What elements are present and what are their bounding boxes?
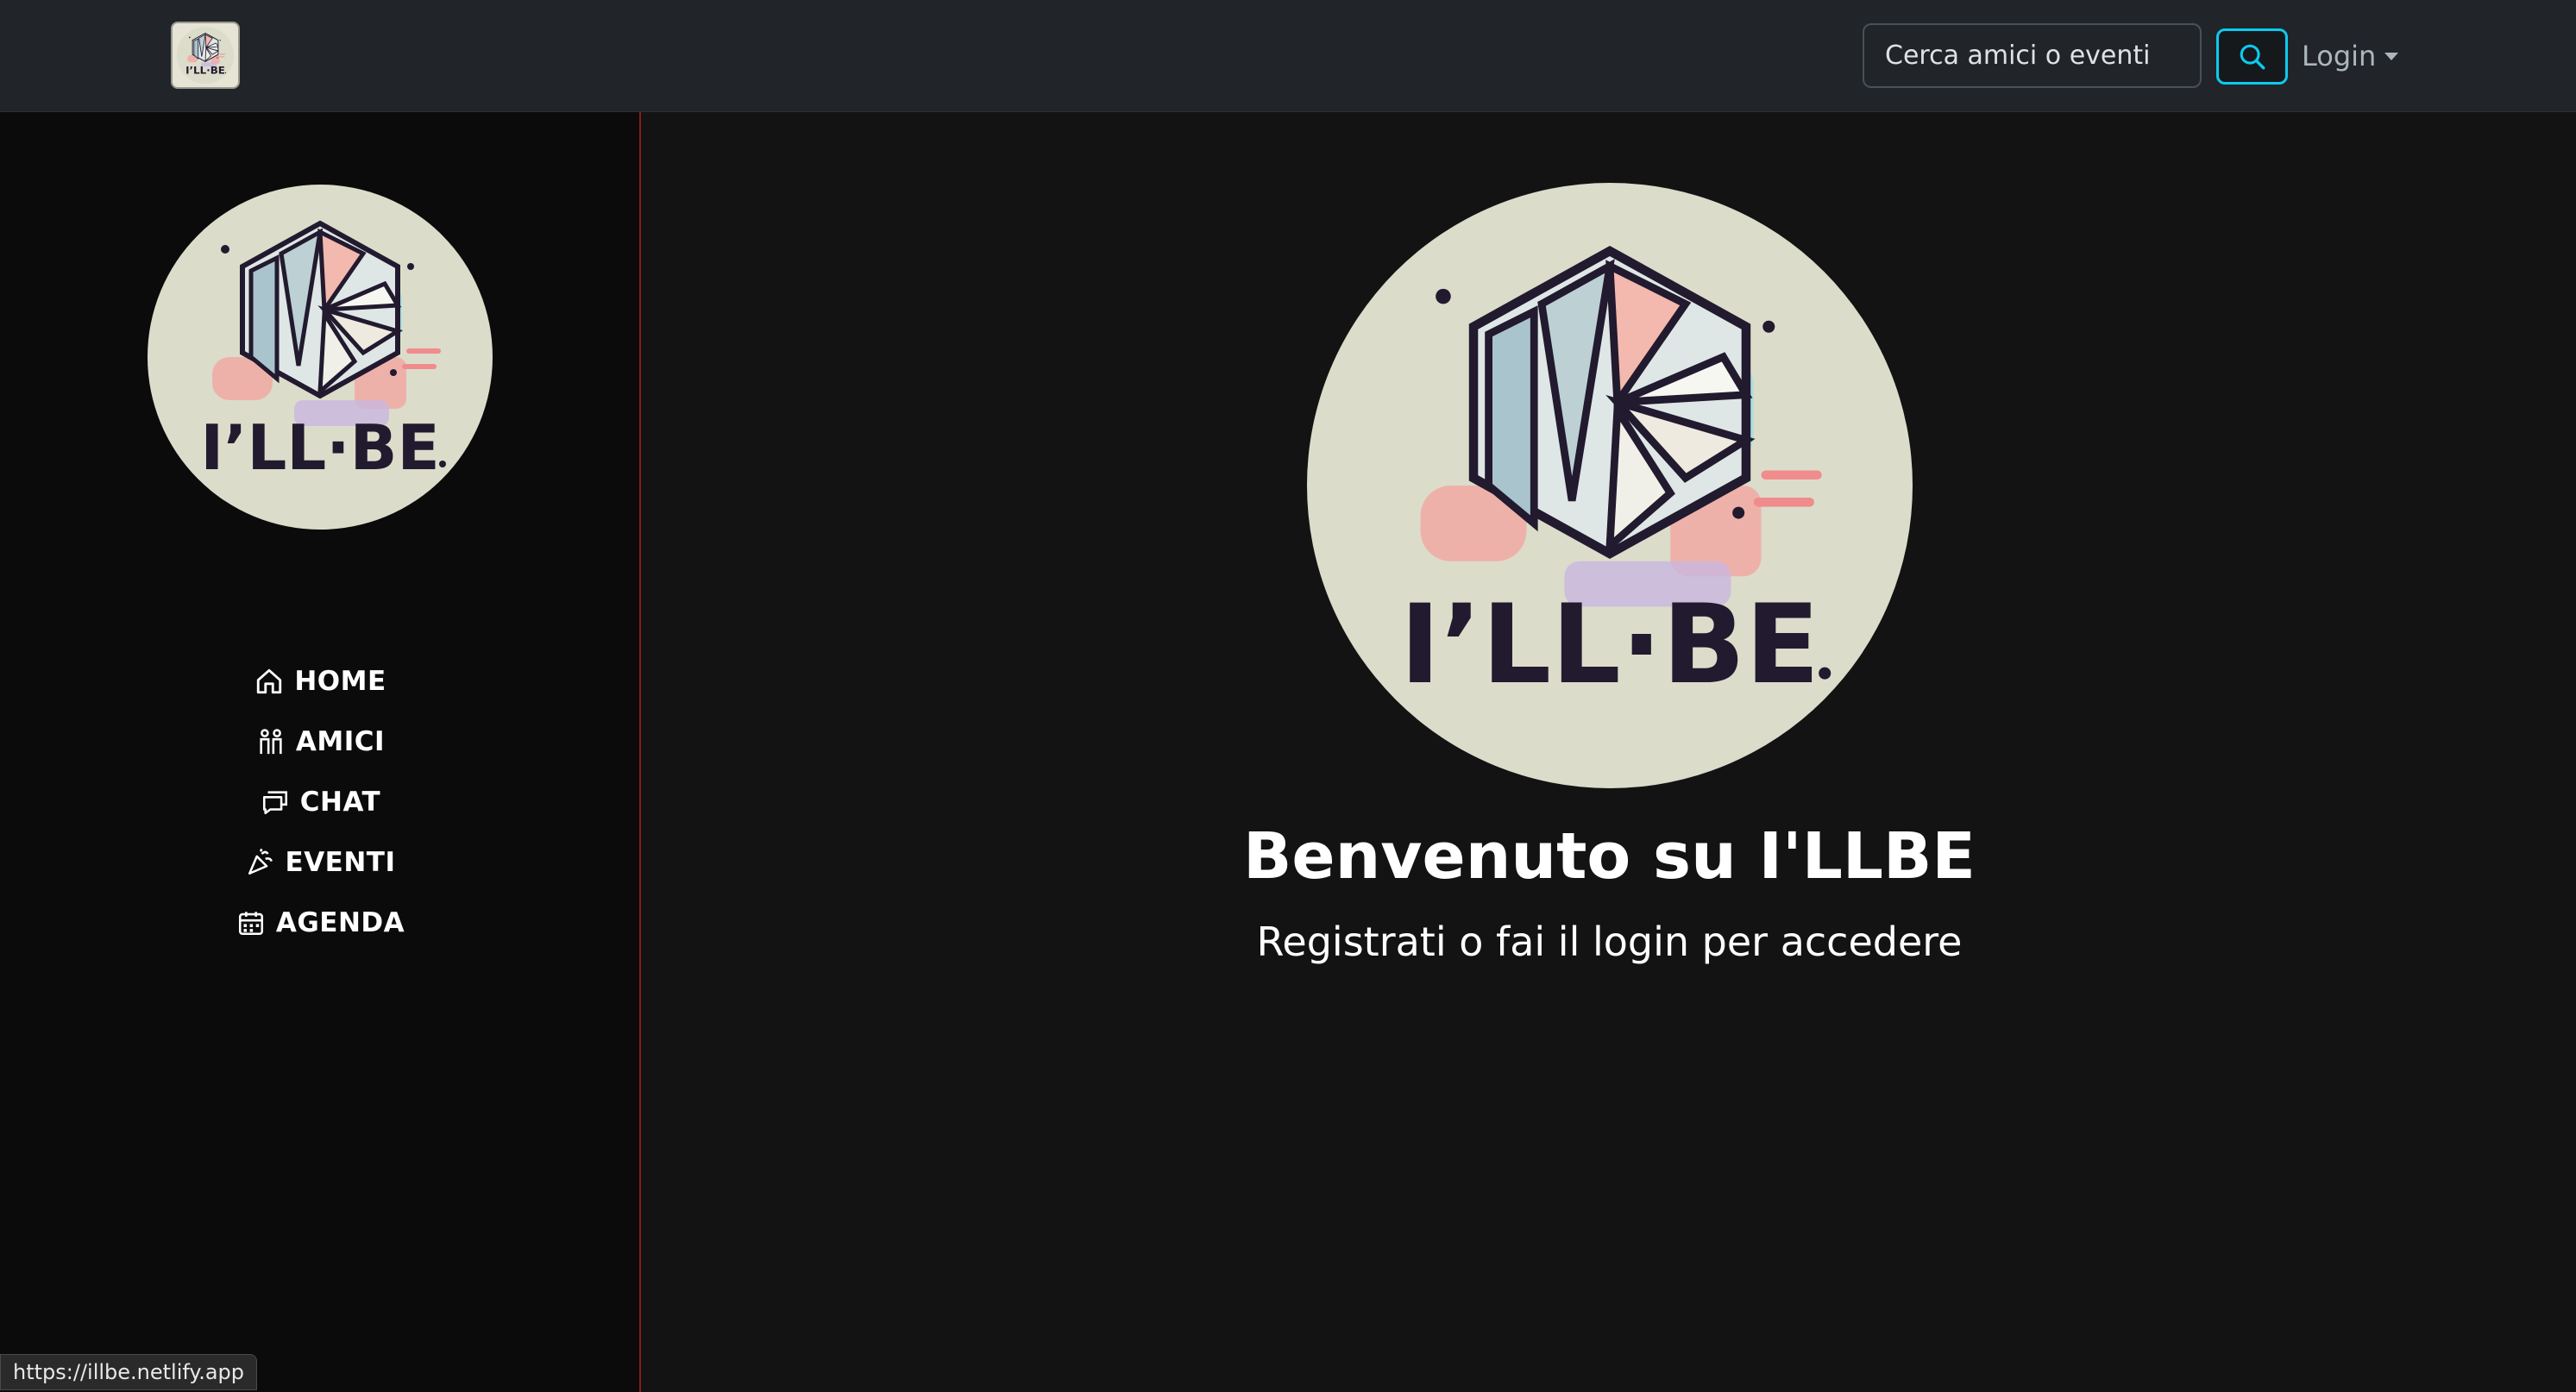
hero-logo [1307,183,1913,788]
sidebar-nav: HOME AMICI CHAT EVENTI AGENDA [0,651,641,953]
sidebar-item-eventi[interactable]: EVENTI [0,832,641,893]
house-icon [257,668,282,694]
search-icon [2240,44,2265,69]
calendar-icon [238,912,263,936]
sidebar-item-agenda[interactable]: AGENDA [0,893,641,953]
sidebar-logo [148,185,493,530]
sidebar: HOME AMICI CHAT EVENTI AGENDA [0,112,641,1392]
page-subtitle: Registrati o fai il login per accedere [1256,919,1963,965]
sidebar-item-home[interactable]: HOME [0,651,641,712]
brand-logo-icon [177,27,234,84]
search-input[interactable] [1863,23,2202,88]
login-label: Login [2302,40,2377,72]
chevron-down-icon [2384,52,2399,60]
sidebar-item-chat[interactable]: CHAT [0,772,641,832]
page-title: Benvenuto su I'LLBE [1243,819,1976,894]
main-content: Benvenuto su I'LLBE Registrati o fai il … [643,112,2576,1392]
people-icon [260,729,282,755]
sidebar-item-label: AMICI [295,726,386,757]
status-bar-url: https://illbe.netlify.app [0,1354,257,1390]
sidebar-item-amici[interactable]: AMICI [0,712,641,772]
top-navbar: Login [0,0,2576,112]
chat-icon [262,791,287,815]
sidebar-item-label: AGENDA [275,907,405,938]
party-icon [248,848,273,875]
sidebar-item-label: EVENTI [285,847,396,878]
sidebar-item-label: HOME [294,666,386,697]
brand-logo-button[interactable] [171,22,240,89]
search-button[interactable] [2216,28,2288,85]
sidebar-item-label: CHAT [299,787,381,818]
login-dropdown-toggle[interactable]: Login [2302,34,2399,78]
